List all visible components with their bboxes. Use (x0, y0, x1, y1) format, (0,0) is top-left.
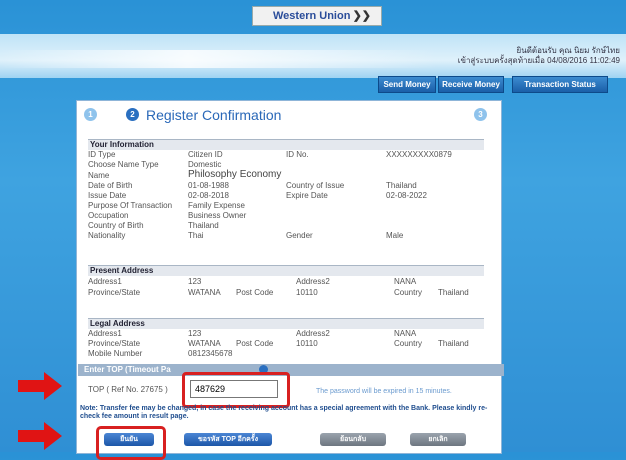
present-country-value: Thailand (438, 288, 469, 297)
present-province-value: WATANA (188, 288, 221, 297)
present-postcode-value: 10110 (296, 288, 318, 297)
legal-address1-label: Address1 (88, 329, 122, 338)
step-1-icon: 1 (84, 108, 97, 121)
mobile-label: Mobile Number (88, 349, 143, 358)
dob-value: 01-08-1988 (188, 181, 229, 190)
id-no-label: ID No. (286, 150, 309, 159)
country-issue-value: Thailand (386, 181, 417, 190)
service-dropdown-label: Western Union (273, 10, 351, 22)
back-button[interactable]: ย้อนกลับ (320, 433, 386, 446)
step-indicator: 1 2 Register Confirmation 3 (84, 106, 492, 126)
double-chevron-down-icon: ❯❯ (352, 10, 371, 22)
nationality-label: Nationality (88, 231, 126, 240)
step-2-icon: 2 (126, 108, 139, 121)
legal-address2-label: Address2 (296, 329, 330, 338)
legal-province-value: WATANA (188, 339, 221, 348)
cancel-button[interactable]: ยกเลิก (410, 433, 466, 446)
last-login-text: เข้าสู่ระบบครั้งสุดท้ายเมื่อ 04/08/2016 … (457, 56, 620, 65)
occupation-label: Occupation (88, 211, 129, 220)
issue-date-value: 02-08-2018 (188, 191, 229, 200)
service-dropdown[interactable]: Western Union ❯❯ (252, 6, 382, 26)
top-ref-label: TOP ( Ref No. 27675 ) (88, 385, 168, 394)
present-address2-label: Address2 (296, 277, 330, 286)
present-country-label: Country (394, 288, 423, 297)
highlight-box-top-input (182, 372, 290, 408)
choose-name-value: Domestic (188, 160, 222, 169)
red-arrow-icon (18, 372, 62, 400)
id-type-value: Citizen ID (188, 150, 223, 159)
top-section-title: Enter TOP (Timeout Pa (84, 365, 171, 374)
country-of-birth-value: Thailand (188, 221, 219, 230)
top-expire-note: The password will be expired in 15 minut… (316, 388, 452, 395)
welcome-text: ยินดีต้อนรับ คุณ นิยม รักษ์ไทย (516, 46, 620, 55)
present-address1-label: Address1 (88, 277, 122, 286)
country-issue-label: Country of Issue (286, 181, 345, 190)
user-info: ยินดีต้อนรับ คุณ นิยม รักษ์ไทย เข้าสู่ระ… (458, 46, 620, 66)
id-no-value: XXXXXXXXX0879 (386, 150, 452, 159)
issue-date-label: Issue Date (88, 191, 127, 200)
present-province-label: Province/State (88, 288, 141, 297)
section-legal-address: Legal Address (88, 318, 484, 329)
purpose-value: Family Expense (188, 201, 245, 210)
legal-postcode-value: 10110 (296, 339, 318, 348)
tab-send-money[interactable]: Send Money (378, 76, 436, 93)
highlight-box-confirm-button (96, 426, 166, 460)
gender-label: Gender (286, 231, 313, 240)
red-arrow-icon (18, 422, 62, 450)
id-type-label: ID Type (88, 150, 116, 159)
section-your-information: Your Information (88, 139, 484, 150)
occupation-value: Business Owner (188, 211, 247, 220)
legal-address2-value: NANA (394, 329, 417, 338)
name-label: Name (88, 171, 110, 180)
country-of-birth-label: Country of Birth (88, 221, 144, 230)
legal-address1-value: 123 (188, 329, 202, 338)
dob-label: Date of Birth (88, 181, 133, 190)
present-postcode-label: Post Code (236, 288, 274, 297)
nationality-value: Thai (188, 231, 204, 240)
top-section-header: Enter TOP (Timeout Pa (78, 364, 504, 376)
fee-note: Note: Transfer fee may be changed, in ca… (80, 405, 488, 420)
section-present-address: Present Address (88, 265, 484, 276)
purpose-label: Purpose Of Transaction (88, 201, 173, 210)
name-value: Philosophy Economy (188, 169, 282, 180)
present-address1-value: 123 (188, 277, 202, 286)
gender-value: Male (386, 231, 404, 240)
tab-receive-money[interactable]: Receive Money (438, 76, 504, 93)
expire-date-value: 02-08-2022 (386, 191, 427, 200)
choose-name-label: Choose Name Type (88, 160, 159, 169)
expire-date-label: Expire Date (286, 191, 328, 200)
legal-country-value: Thailand (438, 339, 469, 348)
mobile-value: 0812345678 (188, 349, 233, 358)
legal-country-label: Country (394, 339, 423, 348)
tab-transaction-status[interactable]: Transaction Status (512, 76, 608, 93)
legal-postcode-label: Post Code (236, 339, 274, 348)
legal-province-label: Province/State (88, 339, 141, 348)
present-address2-value: NANA (394, 277, 417, 286)
request-top-button[interactable]: ขอรหัส TOP อีกครั้ง (184, 433, 272, 446)
page-title: Register Confirmation (146, 107, 282, 123)
step-3-icon: 3 (474, 108, 487, 121)
